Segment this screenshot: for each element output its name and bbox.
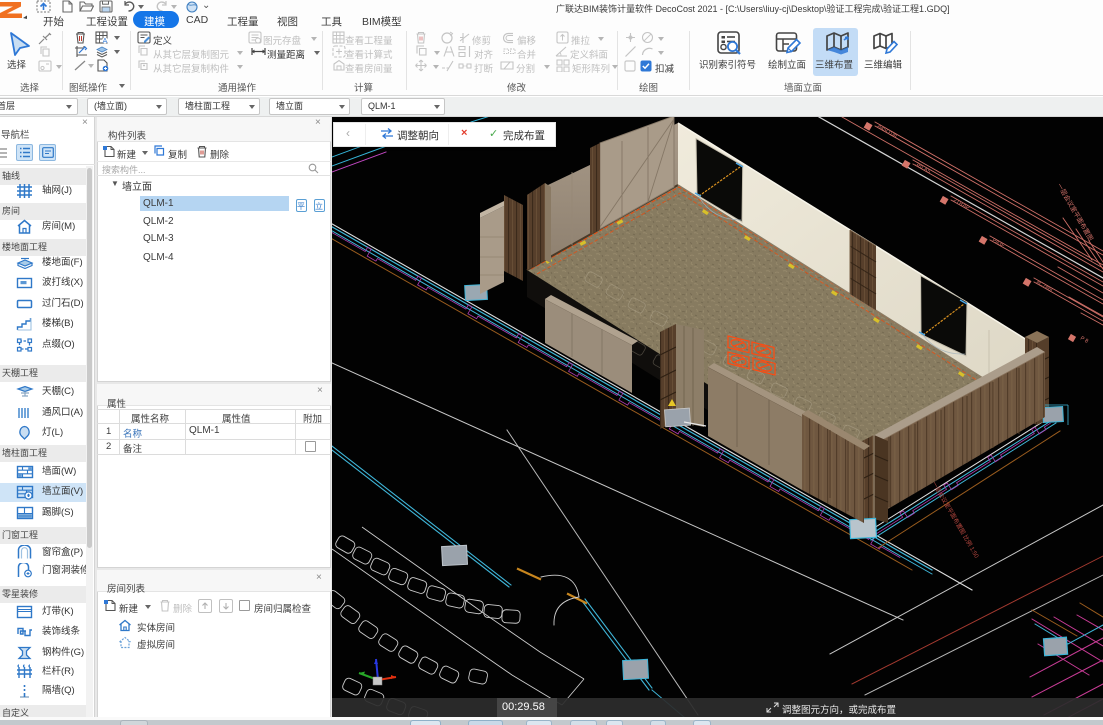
svg-text:A: A [103, 38, 108, 44]
